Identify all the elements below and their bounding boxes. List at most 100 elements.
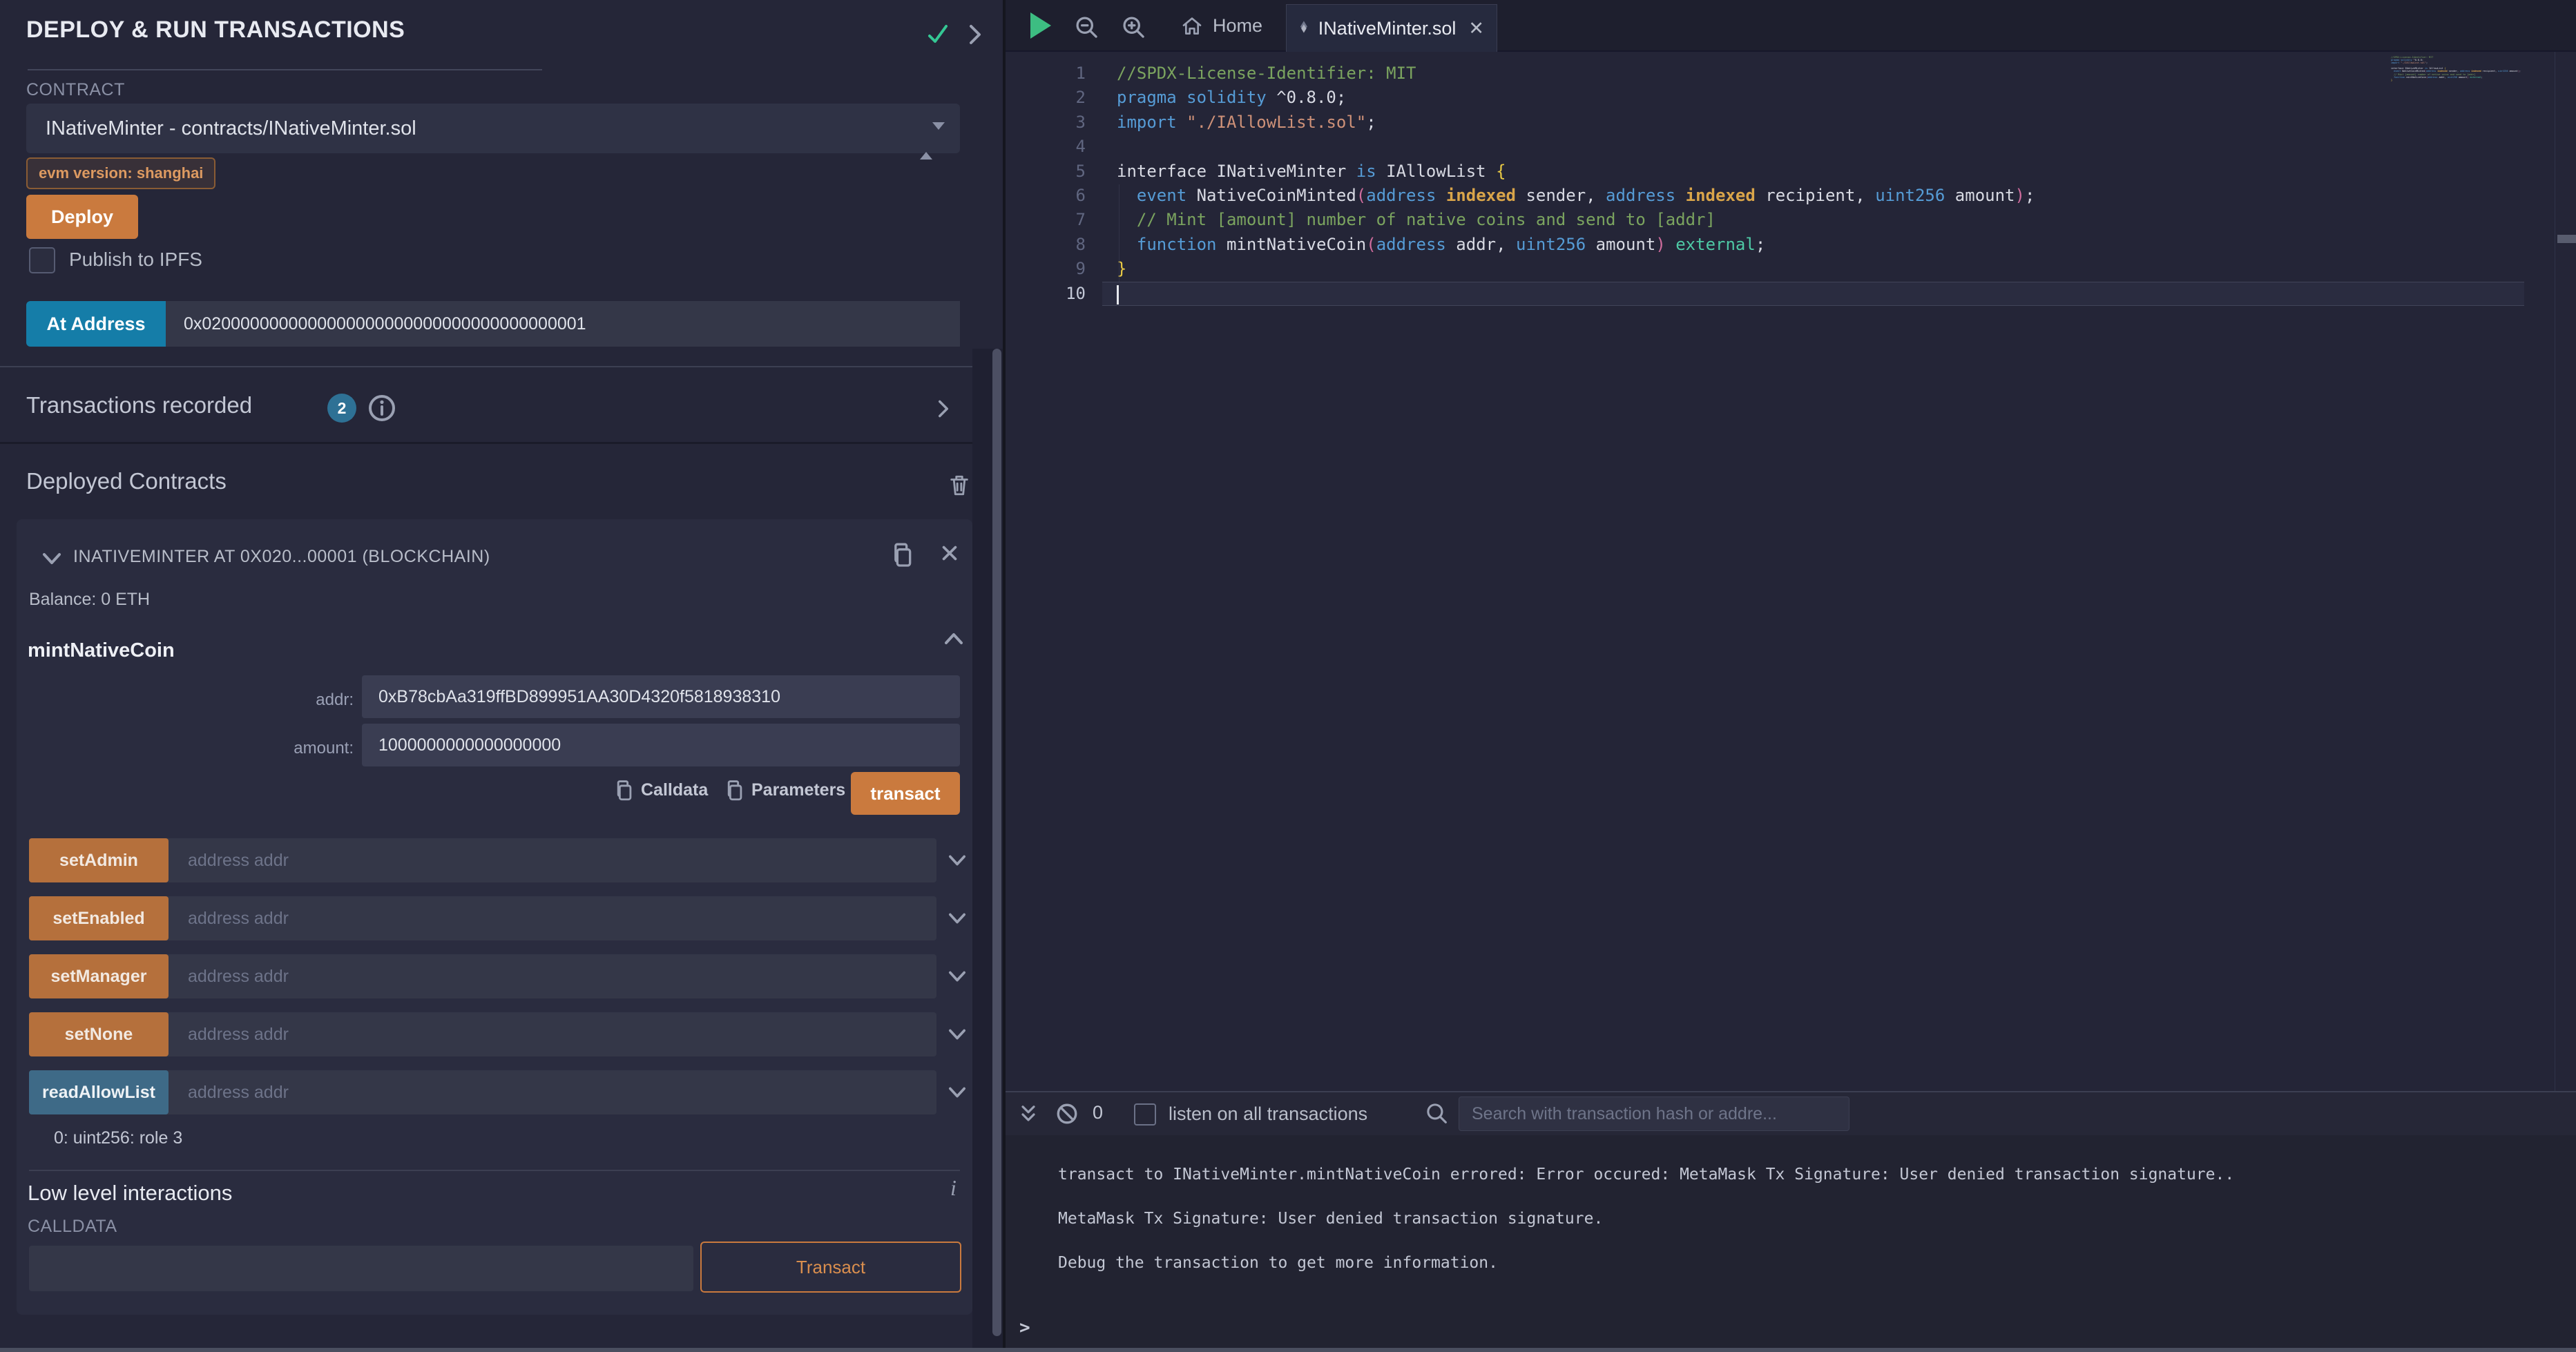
terminal-prompt[interactable]: > <box>1019 1317 1030 1338</box>
line-number: 7 <box>1006 208 1102 232</box>
function-row-setAdmin: setAdmin <box>29 838 936 882</box>
tab-home-label: Home <box>1213 15 1262 37</box>
setNone-button[interactable]: setNone <box>29 1012 169 1056</box>
line-number: 5 <box>1006 160 1102 184</box>
terminal-search-input[interactable] <box>1459 1097 1849 1131</box>
code-line-8: 8 function mintNativeCoin(address addr, … <box>1006 233 2576 257</box>
code-line-6: 6 event NativeCoinMinted(address indexed… <box>1006 184 2576 208</box>
calldata-label: CALLDATA <box>28 1217 117 1237</box>
info-icon: i <box>950 1175 957 1201</box>
tab-active-label: INativeMinter.sol <box>1318 18 1457 39</box>
trash-icon[interactable] <box>948 472 971 499</box>
chevron-right-icon[interactable] <box>934 398 953 420</box>
readAllowList-button[interactable]: readAllowList <box>29 1070 169 1114</box>
tab-inativeminter[interactable]: INativeMinter.sol ✕ <box>1286 4 1497 52</box>
minimap[interactable]: //SPDX-License-Identifier: MITpragma sol… <box>2391 56 2529 84</box>
solidity-icon <box>1299 17 1309 40</box>
divider <box>29 1170 960 1171</box>
terminal-toolbar: 0 listen on all transactions <box>1006 1092 2576 1135</box>
contract-select-value: INativeMinter - contracts/INativeMinter.… <box>46 117 416 139</box>
calldata-copy-label[interactable]: Calldata <box>641 780 708 800</box>
chevron-up-icon[interactable] <box>942 630 965 648</box>
contract-select[interactable]: INativeMinter - contracts/INativeMinter.… <box>26 104 960 153</box>
balance-label: Balance: 0 ETH <box>29 590 150 610</box>
terminal-log-line: transact to INativeMinter.mintNativeCoin… <box>1058 1164 2234 1185</box>
readAllowList-input[interactable] <box>169 1070 936 1114</box>
publish-ipfs-label: Publish to IPFS <box>69 249 202 271</box>
ban-icon[interactable] <box>1055 1102 1079 1126</box>
amount-field-input[interactable] <box>362 724 960 766</box>
line-number: 10 <box>1006 282 1102 306</box>
editor-tab-bar: Home INativeMinter.sol ✕ <box>1006 0 2576 52</box>
setEnabled-input[interactable] <box>169 896 936 940</box>
close-icon[interactable] <box>939 543 960 563</box>
zoom-in-icon[interactable] <box>1122 15 1146 40</box>
run-script-icon[interactable] <box>1030 12 1051 39</box>
transact-button[interactable]: transact <box>851 772 960 815</box>
line-number: 4 <box>1006 135 1102 159</box>
copy-icon[interactable] <box>722 778 746 804</box>
panel-title: DEPLOY & RUN TRANSACTIONS <box>26 17 405 44</box>
code-editor[interactable]: 1//SPDX-License-Identifier: MIT2pragma s… <box>1006 52 2576 1091</box>
deploy-button[interactable]: Deploy <box>26 195 138 239</box>
function-row-setEnabled: setEnabled <box>29 896 936 940</box>
at-address-button[interactable]: At Address <box>26 301 166 347</box>
copy-icon[interactable] <box>612 778 635 804</box>
publish-ipfs-checkbox[interactable] <box>29 247 55 273</box>
code-text[interactable] <box>1102 135 2524 159</box>
low-level-transact-button[interactable]: Transact <box>700 1242 961 1293</box>
code-text[interactable]: pragma solidity ^0.8.0; <box>1102 86 2524 110</box>
addr-field-input[interactable] <box>362 675 960 718</box>
terminal-log-line: Debug the transaction to get more inform… <box>1058 1253 2234 1273</box>
chevron-down-icon[interactable] <box>946 852 968 869</box>
chevron-down-icon[interactable] <box>40 550 64 568</box>
window-bottom-border <box>0 1348 2576 1352</box>
readAllowList-result: 0: uint256: role 3 <box>54 1128 182 1148</box>
chevron-down-icon[interactable] <box>946 1026 968 1043</box>
remix-ide-window: DEPLOY & RUN TRANSACTIONS CONTRACT INati… <box>0 0 2576 1352</box>
tab-home[interactable]: Home <box>1167 0 1276 52</box>
code-text[interactable]: function mintNativeCoin(address addr, ui… <box>1102 233 2524 257</box>
chevron-down-icon[interactable] <box>946 968 968 985</box>
setAdmin-input[interactable] <box>169 838 936 882</box>
code-text[interactable]: interface INativeMinter is IAllowList { <box>1102 160 2524 184</box>
chevron-down-icon[interactable] <box>946 910 968 927</box>
chevron-right-icon[interactable] <box>964 22 986 47</box>
calldata-input[interactable] <box>29 1246 693 1291</box>
at-address-row: At Address <box>26 301 960 347</box>
setNone-input[interactable] <box>169 1012 936 1056</box>
evm-version-badge: evm version: shanghai <box>26 157 215 189</box>
line-number: 3 <box>1006 110 1102 135</box>
line-number: 9 <box>1006 257 1102 281</box>
function-name-mintNativeCoin[interactable]: mintNativeCoin <box>28 639 175 662</box>
deployed-contract-card: INATIVEMINTER AT 0X020...00001 (BLOCKCHA… <box>17 519 972 1315</box>
setEnabled-button[interactable]: setEnabled <box>29 896 169 940</box>
double-chevron-down-icon[interactable] <box>1018 1103 1039 1126</box>
setManager-input[interactable] <box>169 954 936 998</box>
code-line-2: 2pragma solidity ^0.8.0; <box>1006 86 2576 110</box>
copy-icon[interactable] <box>888 540 916 570</box>
code-text[interactable]: // Mint [amount] number of native coins … <box>1102 208 2524 232</box>
code-text[interactable] <box>1102 282 2524 306</box>
function-row-setNone: setNone <box>29 1012 936 1056</box>
code-text[interactable]: import "./IAllowList.sol"; <box>1102 110 2524 135</box>
code-line-9: 9} <box>1006 257 2576 281</box>
instance-title[interactable]: INATIVEMINTER AT 0X020...00001 (BLOCKCHA… <box>73 547 490 567</box>
code-text[interactable]: //SPDX-License-Identifier: MIT <box>1102 61 2524 86</box>
parameters-copy-label[interactable]: Parameters <box>751 780 845 800</box>
code-text[interactable]: } <box>1102 257 2524 281</box>
tab-close-icon[interactable]: ✕ <box>1468 18 1484 39</box>
code-text[interactable]: event NativeCoinMinted(address indexed s… <box>1102 184 2524 208</box>
zoom-out-icon[interactable] <box>1075 15 1099 40</box>
setManager-button[interactable]: setManager <box>29 954 169 998</box>
deployed-contracts-title: Deployed Contracts <box>26 468 227 494</box>
setAdmin-button[interactable]: setAdmin <box>29 838 169 882</box>
terminal-count: 0 <box>1093 1102 1103 1123</box>
transactions-count-badge: 2 <box>327 394 356 423</box>
listen-all-transactions-checkbox[interactable] <box>1134 1103 1156 1126</box>
panel-scrollbar-thumb[interactable] <box>992 349 1001 1336</box>
code-line-1: 1//SPDX-License-Identifier: MIT <box>1006 61 2576 86</box>
chevron-down-icon[interactable] <box>946 1084 968 1101</box>
at-address-input[interactable] <box>166 301 960 347</box>
line-number: 8 <box>1006 233 1102 257</box>
